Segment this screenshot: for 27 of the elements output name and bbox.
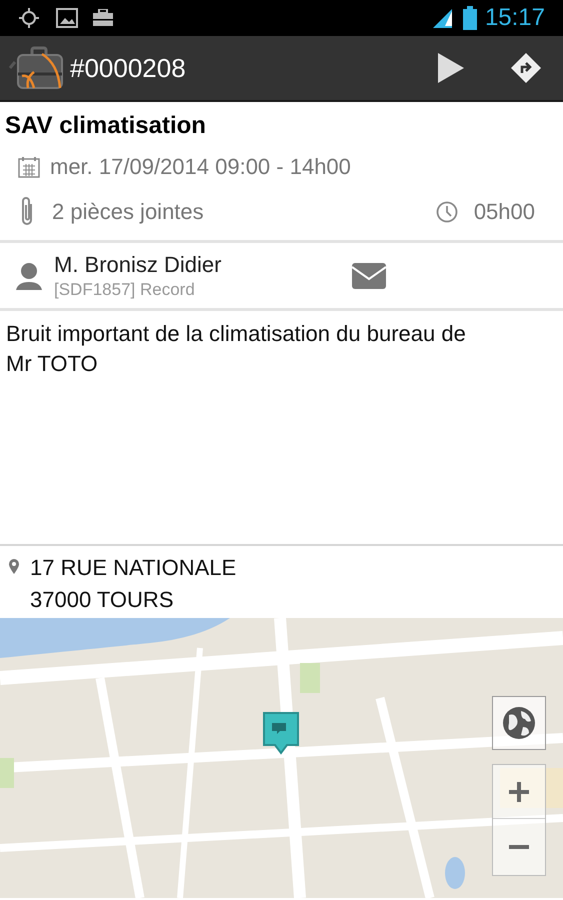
- attachments-count[interactable]: 2 pièces jointes: [52, 195, 204, 228]
- clock-icon: [436, 200, 458, 222]
- app-briefcase-icon[interactable]: [8, 44, 64, 92]
- location-pin-icon: [8, 558, 20, 574]
- battery-icon: [462, 6, 477, 30]
- clock-time: 15:17: [484, 3, 545, 33]
- job-number: #0000208: [70, 52, 186, 84]
- minus-icon: [507, 845, 531, 849]
- image-icon: [56, 8, 78, 28]
- address-city: 37000 TOURS: [30, 586, 174, 614]
- gps-icon: [18, 7, 40, 29]
- description-text: Bruit important de la climatisation du bureau de Mr TOTO: [6, 320, 467, 378]
- address-street: 17 RUE NATIONALE: [30, 554, 236, 582]
- duration: 05h00: [474, 198, 535, 226]
- directions-button[interactable]: [509, 51, 543, 85]
- briefcase-icon: [92, 9, 114, 27]
- contact-company: [SDF1857] Record: [54, 278, 196, 300]
- contact-name: M. Bronisz Didier: [54, 250, 222, 278]
- person-icon: [16, 262, 42, 290]
- calendar-icon: [18, 156, 40, 178]
- job-title: SAV climatisation: [5, 112, 207, 140]
- date-range: mer. 17/09/2014 09:00 - 14h00: [50, 153, 351, 181]
- plus-icon: [507, 780, 531, 804]
- globe-icon: [501, 705, 537, 741]
- signal-icon: [430, 7, 453, 29]
- globe-button[interactable]: [492, 696, 546, 750]
- email-button[interactable]: [351, 262, 388, 290]
